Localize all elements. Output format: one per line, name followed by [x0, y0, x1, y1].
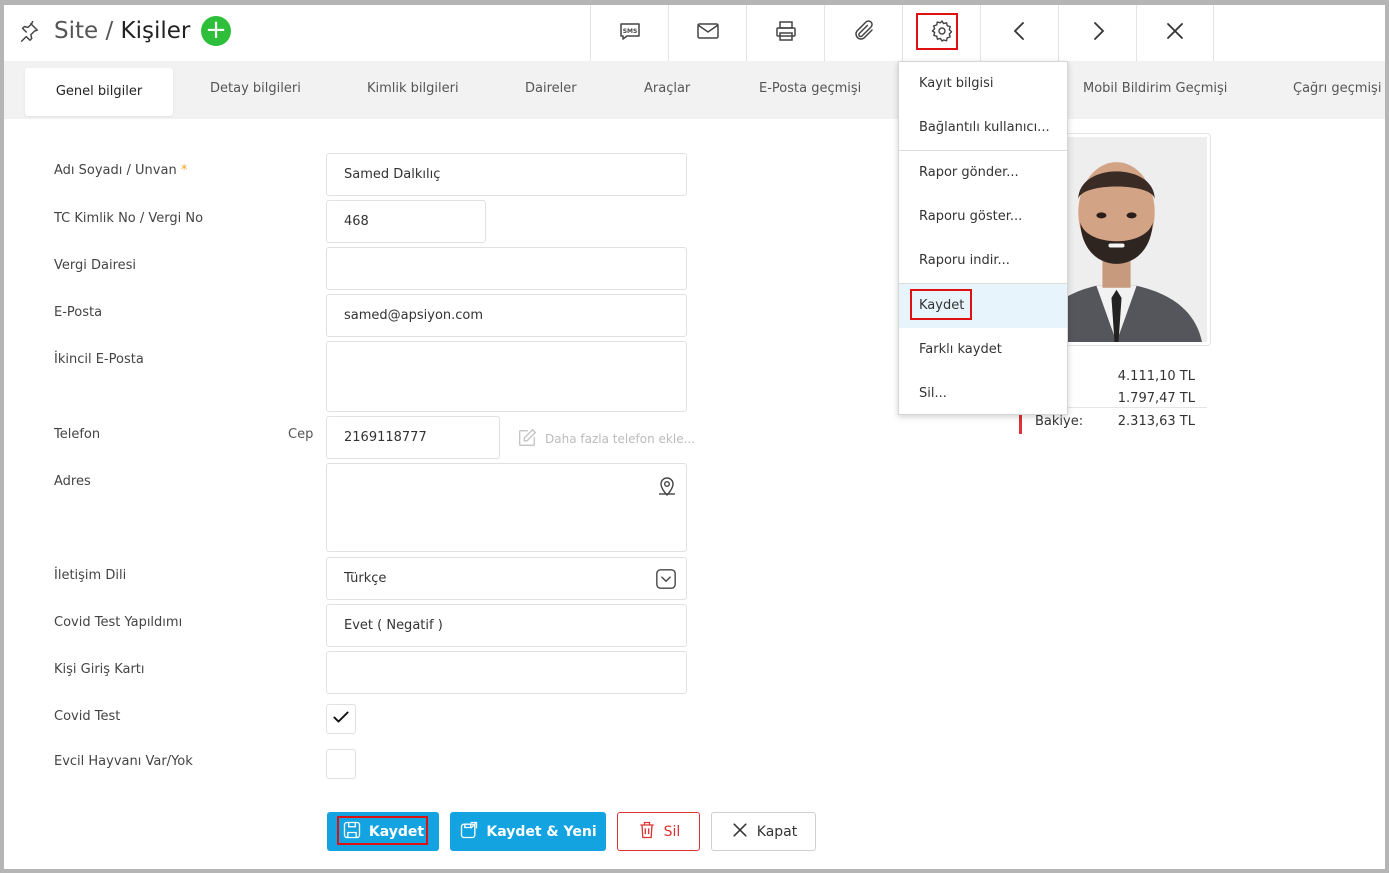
toolbar: SMS — [590, 5, 1214, 61]
delete-label: Sil — [663, 823, 681, 840]
delete-button[interactable]: Sil — [617, 812, 700, 851]
menu-item-send-report[interactable]: Rapor gönder... — [899, 151, 1067, 195]
chevron-left-icon — [1008, 19, 1032, 47]
covid-test-checkbox[interactable] — [326, 704, 356, 734]
secondary-email-input[interactable] — [326, 341, 687, 412]
map-pin-icon[interactable] — [655, 474, 679, 498]
add-phone-text: Daha fazla telefon ekle... — [545, 432, 696, 446]
required-marker: * — [180, 163, 188, 178]
settings-dropdown: Kayıt bilgisi Bağlantılı kullanıcı... Ra… — [898, 61, 1068, 415]
title-prefix: Site / — [54, 18, 121, 44]
tc-label: TC Kimlik No / Vergi No — [54, 211, 204, 226]
address-input[interactable] — [326, 463, 687, 552]
balance-debt-value: 4.111,10 TL — [1117, 369, 1195, 384]
checkmark-icon — [331, 707, 351, 731]
settings-highlight — [916, 13, 958, 50]
menu-item-linked-user[interactable]: Bağlantılı kullanıcı... — [899, 106, 1067, 150]
entry-card-input[interactable] — [326, 651, 687, 694]
attachment-icon — [852, 19, 876, 47]
page-title: Site / Kişiler — [54, 15, 190, 47]
balance-credit-value: 1.797,47 TL — [1117, 391, 1195, 406]
menu-save-highlight — [910, 289, 972, 320]
address-label: Adres — [54, 474, 91, 489]
mail-button[interactable] — [668, 5, 746, 61]
menu-item-record-info[interactable]: Kayıt bilgisi — [899, 62, 1067, 106]
tab-call-history[interactable]: Çağrı geçmişi — [1293, 61, 1381, 117]
close-window-button[interactable] — [1136, 5, 1214, 61]
tab-apartments[interactable]: Daireler — [525, 61, 577, 117]
sms-button[interactable]: SMS — [590, 5, 668, 61]
header: Site / Kişiler + SMS — [4, 5, 1385, 61]
pet-label: Evcil Hayvanı Var/Yok — [54, 754, 193, 769]
save-new-button[interactable]: Kaydet & Yeni — [450, 812, 606, 851]
edit-icon — [516, 427, 545, 452]
tab-identity[interactable]: Kimlik bilgileri — [367, 61, 459, 117]
mail-icon — [696, 19, 720, 47]
close-label: Kapat — [756, 823, 798, 840]
trash-icon — [637, 820, 664, 844]
phone-label: Telefon — [54, 427, 101, 442]
title-main: Kişiler — [120, 18, 191, 44]
add-button[interactable]: + — [201, 16, 231, 46]
print-button[interactable] — [746, 5, 824, 61]
tab-bar: Genel bilgiler Detay bilgileri Kimlik bi… — [4, 61, 1385, 119]
language-label: İletişim Dili — [54, 568, 127, 583]
tab-details[interactable]: Detay bilgileri — [210, 61, 301, 117]
balance-row-total: Bakiye: 2.313,63 TL — [1035, 414, 1195, 429]
name-label: Adı Soyadı / Unvan * — [54, 163, 187, 178]
email-label: E-Posta — [54, 305, 103, 320]
pet-checkbox[interactable] — [326, 749, 356, 779]
next-button[interactable] — [1058, 5, 1136, 61]
tab-email-history[interactable]: E-Posta geçmişi — [759, 61, 861, 117]
menu-item-delete[interactable]: Sil... — [899, 372, 1067, 416]
save-new-label: Kaydet & Yeni — [486, 823, 597, 840]
name-input[interactable]: Samed Dalkılıç — [326, 153, 687, 196]
close-icon — [1163, 19, 1187, 47]
close-button[interactable]: Kapat — [711, 812, 816, 851]
chevron-down-icon[interactable] — [655, 568, 677, 590]
save-new-icon — [459, 820, 486, 844]
tc-input[interactable]: 468 — [326, 200, 486, 243]
menu-item-download-report[interactable]: Raporu indir... — [899, 239, 1067, 283]
close-x-icon — [730, 820, 757, 844]
tab-notification-history[interactable]: Mobil Bildirim Geçmişi — [1083, 61, 1227, 117]
print-icon — [774, 19, 798, 47]
covid-test-label: Covid Test — [54, 709, 121, 724]
attachment-button[interactable] — [824, 5, 902, 61]
tab-vehicles[interactable]: Araçlar — [644, 61, 690, 117]
language-select[interactable]: Türkçe — [326, 557, 687, 600]
tax-office-label: Vergi Dairesi — [54, 258, 137, 273]
menu-item-show-report[interactable]: Raporu göster... — [899, 195, 1067, 239]
email-input[interactable]: samed@apsiyon.com — [326, 294, 687, 337]
covid-made-select[interactable]: Evet ( Negatif ) — [326, 604, 687, 647]
secondary-email-label: İkincil E-Posta — [54, 352, 144, 367]
pin-icon[interactable] — [18, 20, 40, 43]
add-phone-link[interactable]: Daha fazla telefon ekle... — [516, 428, 695, 450]
entry-card-label: Kişi Giriş Kartı — [54, 662, 145, 677]
covid-made-label: Covid Test Yapıldımı — [54, 615, 183, 630]
name-label-text: Adı Soyadı / Unvan — [54, 163, 177, 178]
tab-general[interactable]: Genel bilgiler — [25, 68, 173, 116]
phone-input[interactable]: 2169118777 — [326, 416, 500, 459]
previous-button[interactable] — [980, 5, 1058, 61]
app-window: Site / Kişiler + SMS Genel bilgiler Deta… — [0, 0, 1389, 873]
tax-office-input[interactable] — [326, 247, 687, 290]
svg-text:SMS: SMS — [622, 28, 637, 35]
sms-icon: SMS — [618, 19, 642, 47]
chevron-right-icon — [1086, 19, 1110, 47]
menu-item-save-as[interactable]: Farklı kaydet — [899, 328, 1067, 372]
phone-type-label: Cep — [288, 427, 314, 442]
balance-total-label: Bakiye: — [1035, 414, 1084, 429]
balance-total-value: 2.313,63 TL — [1117, 414, 1195, 429]
save-highlight — [337, 816, 428, 845]
